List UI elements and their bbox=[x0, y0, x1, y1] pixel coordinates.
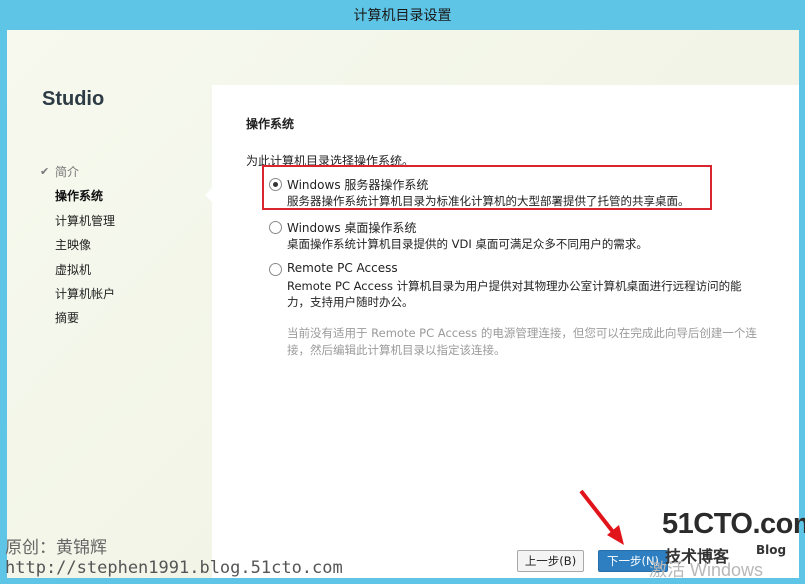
nav-step-computer-accounts: 计算机帐户 bbox=[40, 285, 115, 309]
nav-step-label: 简介 bbox=[55, 165, 80, 179]
nav-step-summary: 摘要 bbox=[40, 309, 115, 333]
option-label: Windows 服务器操作系统 bbox=[287, 178, 429, 192]
option-description: 服务器操作系统计算机目录为标准化计算机的大型部署提供了托管的共享桌面。 bbox=[287, 194, 690, 208]
url-watermark: http://stephen1991.blog.51cto.com bbox=[5, 558, 343, 578]
window-title: 计算机目录设置 bbox=[353, 8, 452, 24]
option-label: Windows 桌面操作系统 bbox=[287, 221, 417, 235]
option-label: Remote PC Access bbox=[287, 261, 398, 275]
window-titlebar[interactable]: 计算机目录设置 bbox=[0, 0, 805, 30]
studio-brand: Studio bbox=[42, 88, 105, 110]
nav-step-vms: 虚拟机 bbox=[40, 261, 115, 285]
nav-step-intro[interactable]: ✔ 简介 bbox=[40, 163, 115, 187]
51cto-logo-blog: Blog bbox=[756, 543, 787, 557]
option-description: 桌面操作系统计算机目录提供的 VDI 桌面可满足众多不同用户的需求。 bbox=[287, 237, 648, 251]
51cto-logo: 51CTO.com bbox=[662, 508, 805, 540]
nav-step-label: 摘要 bbox=[55, 311, 80, 326]
active-step-pointer bbox=[205, 188, 212, 202]
back-button[interactable]: 上一步(B) bbox=[517, 550, 584, 572]
power-management-note: 当前没有适用于 Remote PC Access 的电源管理连接，但您可以在完成… bbox=[287, 326, 757, 357]
nav-step-label: 计算机帐户 bbox=[55, 286, 116, 301]
red-arrow-annotation bbox=[579, 489, 624, 545]
nav-step-label: 虚拟机 bbox=[55, 262, 92, 277]
wizard-content-panel: 操作系统 为此计算机目录选择操作系统。 Windows 服务器操作系统 服务器操… bbox=[212, 85, 799, 578]
activate-windows-watermark: 激活 Windows bbox=[649, 560, 764, 580]
section-title: 操作系统 bbox=[246, 117, 295, 131]
wizard-window: Studio ✔ 简介 操作系统 计算机管理 主映像 虚拟机 计算机帐户 摘要 … bbox=[7, 30, 799, 578]
checkmark-icon: ✔ bbox=[40, 165, 50, 178]
nav-step-os[interactable]: 操作系统 bbox=[40, 187, 115, 211]
nav-step-label: 主映像 bbox=[55, 238, 92, 253]
radio-button-selected[interactable] bbox=[269, 178, 282, 191]
wizard-steps-nav: ✔ 简介 操作系统 计算机管理 主映像 虚拟机 计算机帐户 摘要 bbox=[40, 163, 115, 334]
radio-button[interactable] bbox=[269, 263, 282, 276]
nav-step-label: 计算机管理 bbox=[55, 213, 116, 228]
nav-step-label: 操作系统 bbox=[55, 189, 104, 204]
nav-step-machine-management: 计算机管理 bbox=[40, 212, 115, 236]
option-description: Remote PC Access 计算机目录为用户提供对其物理办公室计算机桌面进… bbox=[287, 279, 742, 309]
author-watermark: 原创：黄锦辉 bbox=[5, 538, 107, 558]
nav-step-master-image: 主映像 bbox=[40, 236, 115, 260]
radio-button[interactable] bbox=[269, 221, 282, 234]
